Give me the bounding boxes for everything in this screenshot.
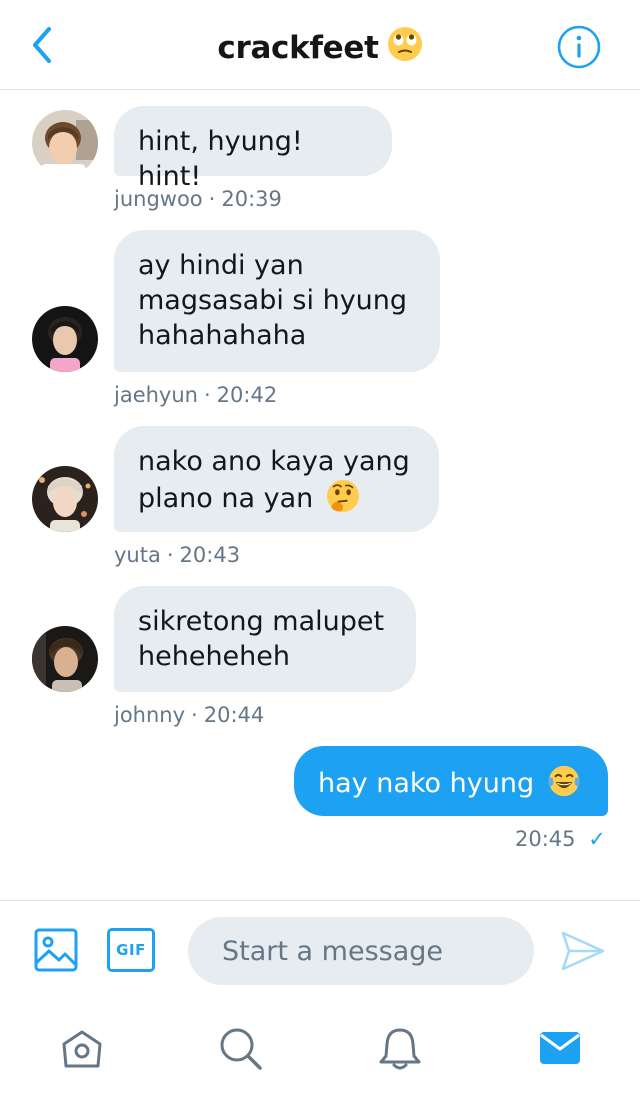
message-meta: johnny · 20:44 bbox=[114, 703, 264, 727]
info-button[interactable] bbox=[556, 24, 602, 70]
messages-icon bbox=[540, 1032, 580, 1064]
conversation-header: crackfeet bbox=[0, 0, 640, 90]
send-button[interactable] bbox=[560, 929, 606, 973]
avatar[interactable] bbox=[32, 306, 98, 372]
message-time: 20:44 bbox=[203, 703, 265, 727]
message-text: sikretong malupet bbox=[138, 606, 385, 637]
read-receipt-check-icon: ✓ bbox=[588, 827, 606, 851]
message-text: ay hindi yan bbox=[138, 250, 304, 281]
gif-label: GIF bbox=[116, 941, 146, 959]
add-image-button[interactable] bbox=[33, 927, 79, 973]
search-icon bbox=[220, 1028, 262, 1070]
nav-messages[interactable] bbox=[534, 1022, 586, 1074]
gif-button[interactable]: GIF bbox=[107, 928, 155, 972]
avatar[interactable] bbox=[32, 466, 98, 532]
message-text: hahahahaha bbox=[138, 320, 307, 351]
eye-roll-emoji-icon bbox=[387, 26, 423, 70]
message-time: 20:42 bbox=[216, 383, 278, 407]
sender-name: johnny bbox=[114, 703, 186, 727]
meta-separator: · bbox=[166, 543, 174, 567]
thinking-face-emoji-icon bbox=[326, 479, 360, 522]
home-icon bbox=[62, 1030, 102, 1068]
image-icon bbox=[34, 928, 78, 972]
tears-of-joy-emoji-icon bbox=[547, 764, 581, 807]
outgoing-message-bubble[interactable]: hay nako hyung bbox=[294, 746, 608, 816]
message-text: heheheheh bbox=[138, 641, 291, 672]
message-meta: jaehyun · 20:42 bbox=[114, 383, 277, 407]
message-bubble[interactable]: ay hindi yan magsasabi si hyung hahahaha… bbox=[114, 230, 440, 372]
notifications-icon bbox=[379, 1028, 421, 1070]
message-bubble[interactable]: nako ano kaya yang plano na yan bbox=[114, 426, 439, 532]
conversation-title-row[interactable]: crackfeet bbox=[0, 26, 640, 70]
sender-name: jungwoo bbox=[114, 187, 203, 211]
meta-separator: · bbox=[208, 187, 216, 211]
avatar[interactable] bbox=[32, 626, 98, 692]
message-time: 20:43 bbox=[179, 543, 241, 567]
meta-separator: · bbox=[191, 703, 198, 727]
message-bubble[interactable]: sikretong malupet heheheheh bbox=[114, 586, 416, 692]
meta-separator: · bbox=[203, 383, 211, 407]
sender-name: yuta bbox=[114, 543, 161, 567]
avatar[interactable] bbox=[32, 110, 98, 176]
message-text: plano na yan bbox=[138, 483, 314, 514]
message-bubble[interactable]: hint, hyung! hint! bbox=[114, 106, 392, 192]
conversation-title: crackfeet bbox=[217, 30, 379, 66]
message-time: 20:39 bbox=[221, 187, 282, 211]
info-icon bbox=[557, 25, 601, 69]
message-input[interactable] bbox=[188, 917, 534, 985]
message-meta: yuta · 20:43 bbox=[114, 543, 240, 567]
nav-home[interactable] bbox=[56, 1022, 108, 1074]
message-meta: jungwoo · 20:39 bbox=[114, 187, 282, 211]
message-text: nako ano kaya yang bbox=[138, 446, 410, 477]
message-composer: GIF bbox=[0, 900, 640, 1000]
message-meta: 20:45 ✓ bbox=[515, 827, 606, 851]
message-text: hay nako hyung bbox=[318, 768, 535, 799]
message-text: magsasabi si hyung bbox=[138, 285, 408, 316]
send-icon bbox=[561, 931, 605, 971]
nav-notifications[interactable] bbox=[374, 1022, 426, 1074]
message-text: hint, hyung! hint! bbox=[138, 126, 303, 192]
sender-name: jaehyun bbox=[114, 383, 198, 407]
message-time: 20:45 bbox=[515, 827, 576, 851]
bottom-nav bbox=[0, 1000, 640, 1098]
nav-search[interactable] bbox=[214, 1022, 266, 1074]
